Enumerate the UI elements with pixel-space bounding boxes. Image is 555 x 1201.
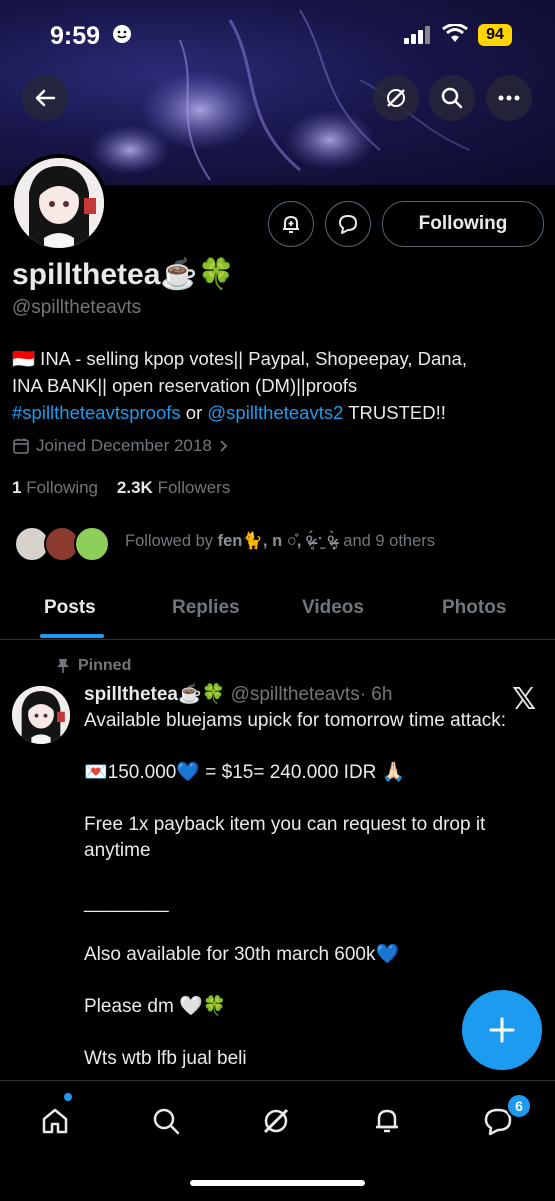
plus-icon <box>489 1017 515 1043</box>
profile-name: spillthetea☕️🍀 <box>12 258 236 291</box>
profile-tabs: Posts Replies Videos Photos <box>0 585 555 640</box>
search-icon <box>441 87 463 109</box>
grok-button[interactable] <box>373 75 419 121</box>
post-line: Please dm 🤍🍀 <box>84 996 227 1017</box>
following-count: 1 <box>12 478 22 497</box>
more-icon <box>498 95 520 101</box>
followed-by-text[interactable]: Followed by fen🐈, n ○̊, ᵒ̴̶̷̥́ ˑ̫ ᵒ̴̶̷̣̥… <box>125 532 435 551</box>
chevron-right-icon <box>220 440 228 452</box>
post-line: Wts wtb lfb jual beli <box>84 1048 247 1069</box>
signal-icon <box>404 26 432 49</box>
avatar-image <box>14 158 104 248</box>
followed-by-suffix: , and 9 others <box>334 532 436 550</box>
joined-date[interactable]: Joined December 2018 <box>12 436 228 456</box>
bio-or-text: or <box>180 402 208 423</box>
calendar-icon <box>13 438 29 454</box>
nav-notifications[interactable] <box>369 1103 405 1139</box>
follower-avatar-3 <box>74 526 110 562</box>
battery-indicator: 94 <box>478 24 512 46</box>
pin-icon <box>57 659 69 673</box>
nav-grok[interactable] <box>258 1103 294 1139</box>
messages-badge: 6 <box>506 1093 532 1119</box>
post-avatar[interactable] <box>12 686 70 744</box>
post-avatar-image <box>12 686 70 744</box>
followed-by-prefix: Followed by <box>125 532 218 550</box>
back-arrow-icon <box>35 89 56 107</box>
bio-trusted-text: TRUSTED!! <box>343 402 446 423</box>
smiley-icon <box>112 24 132 49</box>
followers-label: Followers <box>157 478 231 497</box>
search-icon <box>153 1108 180 1135</box>
home-unread-dot <box>64 1093 72 1101</box>
following-link[interactable]: 1 Following <box>12 478 98 497</box>
search-button[interactable] <box>429 75 475 121</box>
home-icon <box>42 1108 68 1134</box>
follow-counts: 1 Following 2.3K Followers <box>12 478 230 498</box>
active-tab-indicator <box>40 634 104 638</box>
tab-posts[interactable]: Posts <box>44 597 96 619</box>
post-author-name[interactable]: spillthetea☕️🍀 <box>84 684 225 705</box>
bell-icon <box>376 1109 398 1133</box>
pinned-text: Pinned <box>78 657 132 674</box>
post-line: Also available for 30th march 600k💙 <box>84 944 400 965</box>
notify-button[interactable] <box>268 201 314 247</box>
grok-icon <box>387 89 405 107</box>
profile-bio: 🇮🇩 INA - selling kpop votes|| Paypal, Sh… <box>12 345 542 426</box>
followers-count: 2.3K <box>116 478 153 497</box>
followed-by-names: fen🐈, n ○̊, ᵒ̴̶̷̥́ ˑ̫ ᵒ̴̶̷̣̥̀ <box>217 532 335 550</box>
more-button[interactable] <box>486 75 532 121</box>
bio-hashtag-link[interactable]: #spilltheteavtsproofs <box>12 402 181 423</box>
grok-icon <box>263 1108 289 1134</box>
profile-handle: @spilltheteavts <box>12 297 142 318</box>
post-line: Available bluejams upick for tomorrow ti… <box>84 710 507 731</box>
bio-line-2: INA BANK|| open reservation (DM)||proofs <box>12 375 358 396</box>
post-line: ________ <box>84 892 169 913</box>
post-line: Free 1x payback item you can request to … <box>84 814 486 861</box>
bio-mention-link[interactable]: @spilltheteavts2 <box>207 402 343 423</box>
following-button[interactable]: Following <box>382 201 544 247</box>
tab-videos[interactable]: Videos <box>302 597 364 619</box>
bio-line-3: #spilltheteavtsproofs or @spilltheteavts… <box>12 399 542 426</box>
profile-avatar[interactable] <box>10 154 108 252</box>
message-icon <box>339 215 357 234</box>
status-time: 9:59 <box>50 22 101 50</box>
post-line: 💌150.000💙 = $15= 240.000 IDR 🙏🏻 <box>84 762 406 783</box>
compose-button[interactable] <box>462 990 542 1070</box>
wifi-icon <box>442 23 468 49</box>
bell-plus-icon <box>283 215 299 233</box>
followed-by-avatars[interactable] <box>14 526 114 566</box>
pinned-label: Pinned <box>56 657 131 675</box>
following-label: Following <box>26 478 99 497</box>
joined-text: Joined December 2018 <box>36 436 212 455</box>
back-button[interactable] <box>22 75 68 121</box>
nav-search[interactable] <box>148 1103 184 1139</box>
nav-home[interactable] <box>37 1103 73 1139</box>
home-indicator <box>190 1180 365 1186</box>
post-header: spillthetea☕️🍀 @spilltheteavts· 6h <box>84 682 392 706</box>
tab-photos[interactable]: Photos <box>442 597 506 619</box>
post-time: · 6h <box>359 684 393 705</box>
status-bar: 9:59 94 <box>0 0 555 70</box>
followers-link[interactable]: 2.3K Followers <box>117 478 230 497</box>
post-author-handle[interactable]: @spilltheteavts <box>231 684 360 705</box>
message-button[interactable] <box>325 201 371 247</box>
tab-replies[interactable]: Replies <box>172 597 240 619</box>
bio-line-1: 🇮🇩 INA - selling kpop votes|| Paypal, Sh… <box>12 348 467 369</box>
post-body[interactable]: Available bluejams upick for tomorrow ti… <box>84 708 524 1098</box>
